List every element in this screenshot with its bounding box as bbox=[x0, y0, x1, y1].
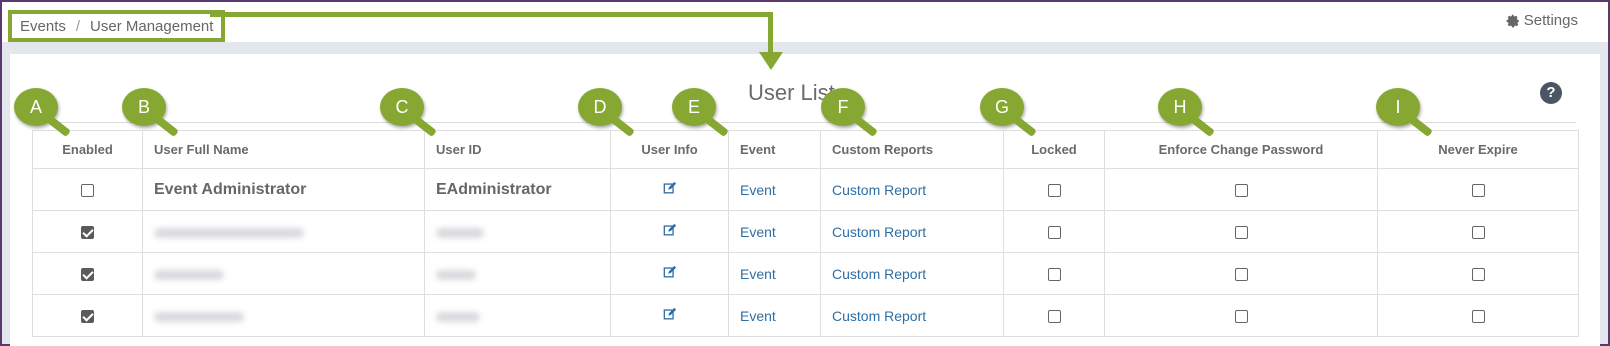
user-full-name[interactable]: Event Administrator bbox=[154, 181, 306, 198]
col-header-enforce-change-password[interactable]: Enforce Change Password bbox=[1104, 130, 1378, 169]
never-expire-checkbox[interactable] bbox=[1471, 268, 1485, 282]
event-link[interactable]: Event bbox=[740, 224, 776, 240]
breadcrumb: Events / User Management bbox=[8, 10, 226, 42]
callout-marker-b: B bbox=[122, 88, 166, 126]
locked-checkbox[interactable] bbox=[1047, 184, 1061, 198]
enabled-checkbox[interactable] bbox=[81, 310, 94, 324]
callout-marker-e: E bbox=[672, 88, 716, 126]
enabled-checkbox[interactable] bbox=[81, 226, 94, 240]
callout-marker-label: H bbox=[1173, 97, 1187, 117]
enforce-change-password-checkbox[interactable] bbox=[1234, 310, 1248, 324]
never-expire-checkbox[interactable] bbox=[1471, 226, 1485, 240]
never-expire-checkbox[interactable] bbox=[1471, 184, 1485, 198]
callout-marker-i: I bbox=[1376, 88, 1420, 126]
enforce-change-password-checkbox[interactable] bbox=[1234, 226, 1248, 240]
edit-icon[interactable] bbox=[663, 307, 677, 321]
annotation-connector-vertical bbox=[768, 12, 773, 54]
user-id: EAdministrator bbox=[436, 180, 552, 198]
edit-icon[interactable] bbox=[663, 223, 677, 237]
callout-marker-h: H bbox=[1158, 88, 1202, 126]
enabled-checkbox[interactable] bbox=[81, 184, 94, 198]
top-bar: Events / User Management Settings bbox=[2, 2, 1608, 42]
breadcrumb-events[interactable]: Events bbox=[20, 18, 66, 35]
redacted-full-name bbox=[154, 269, 224, 280]
callout-marker-label: A bbox=[29, 97, 42, 117]
callout-marker-label: G bbox=[994, 97, 1009, 117]
annotation-connector-horizontal bbox=[210, 12, 772, 17]
settings-label: Settings bbox=[1523, 12, 1578, 29]
col-header-event: Event bbox=[728, 130, 821, 169]
table-body: Event Administrator EAdministrator Event C… bbox=[32, 168, 1579, 337]
enabled-checkbox[interactable] bbox=[81, 268, 94, 282]
custom-report-link[interactable]: Custom Report bbox=[832, 308, 926, 324]
table-header-row: Enabled User Full Name User ID User Info… bbox=[32, 130, 1579, 169]
col-header-never-expire[interactable]: Never Expire bbox=[1377, 130, 1579, 169]
callout-marker-g: G bbox=[980, 88, 1024, 126]
redacted-user-id bbox=[436, 311, 480, 322]
col-header-custom-reports: Custom Reports bbox=[820, 130, 1004, 169]
callout-marker-label: B bbox=[137, 97, 150, 117]
edit-icon[interactable] bbox=[663, 265, 677, 279]
table-row: Event Custom Report bbox=[32, 294, 1579, 337]
custom-report-link[interactable]: Custom Report bbox=[832, 182, 926, 198]
col-header-locked[interactable]: Locked bbox=[1003, 130, 1105, 169]
event-link[interactable]: Event bbox=[740, 308, 776, 324]
callout-marker-label: I bbox=[1395, 97, 1401, 117]
edit-icon[interactable] bbox=[663, 181, 677, 195]
locked-checkbox[interactable] bbox=[1047, 226, 1061, 240]
question-circle-icon[interactable]: ? bbox=[1540, 82, 1562, 104]
callout-marker-f: F bbox=[821, 88, 865, 126]
redacted-user-id bbox=[436, 227, 484, 238]
table-row: Event Administrator EAdministrator Event C… bbox=[32, 168, 1579, 211]
redacted-user-id bbox=[436, 269, 476, 280]
gear-icon bbox=[1506, 14, 1519, 27]
callout-marker-d: D bbox=[578, 88, 622, 126]
redacted-full-name bbox=[154, 227, 304, 238]
callout-marker-c: C bbox=[380, 88, 424, 126]
callout-marker-label: D bbox=[593, 97, 607, 117]
col-header-user-full-name[interactable]: User Full Name bbox=[142, 130, 425, 169]
enforce-change-password-checkbox[interactable] bbox=[1234, 184, 1248, 198]
redacted-full-name bbox=[154, 311, 244, 322]
annotation-arrow-down-icon bbox=[759, 52, 783, 70]
event-link[interactable]: Event bbox=[740, 266, 776, 282]
breadcrumb-separator: / bbox=[75, 17, 81, 35]
table-row: Event Custom Report bbox=[32, 210, 1579, 253]
event-link[interactable]: Event bbox=[740, 182, 776, 198]
locked-checkbox[interactable] bbox=[1047, 268, 1061, 282]
callout-marker-label: E bbox=[687, 97, 700, 117]
custom-report-link[interactable]: Custom Report bbox=[832, 266, 926, 282]
title-divider bbox=[32, 122, 1576, 123]
user-table: Enabled User Full Name User ID User Info… bbox=[32, 130, 1579, 337]
table-row: Event Custom Report bbox=[32, 252, 1579, 295]
locked-checkbox[interactable] bbox=[1047, 310, 1061, 324]
col-header-user-id[interactable]: User ID bbox=[424, 130, 611, 169]
settings-button[interactable]: Settings bbox=[1506, 12, 1578, 29]
col-header-enabled[interactable]: Enabled bbox=[32, 130, 143, 169]
breadcrumb-user-management: User Management bbox=[90, 17, 214, 35]
custom-report-link[interactable]: Custom Report bbox=[832, 224, 926, 240]
callout-marker-label: C bbox=[395, 97, 409, 117]
callout-marker-label: F bbox=[837, 97, 849, 117]
callout-marker-a: A bbox=[14, 88, 58, 126]
never-expire-checkbox[interactable] bbox=[1471, 310, 1485, 324]
enforce-change-password-checkbox[interactable] bbox=[1234, 268, 1248, 282]
